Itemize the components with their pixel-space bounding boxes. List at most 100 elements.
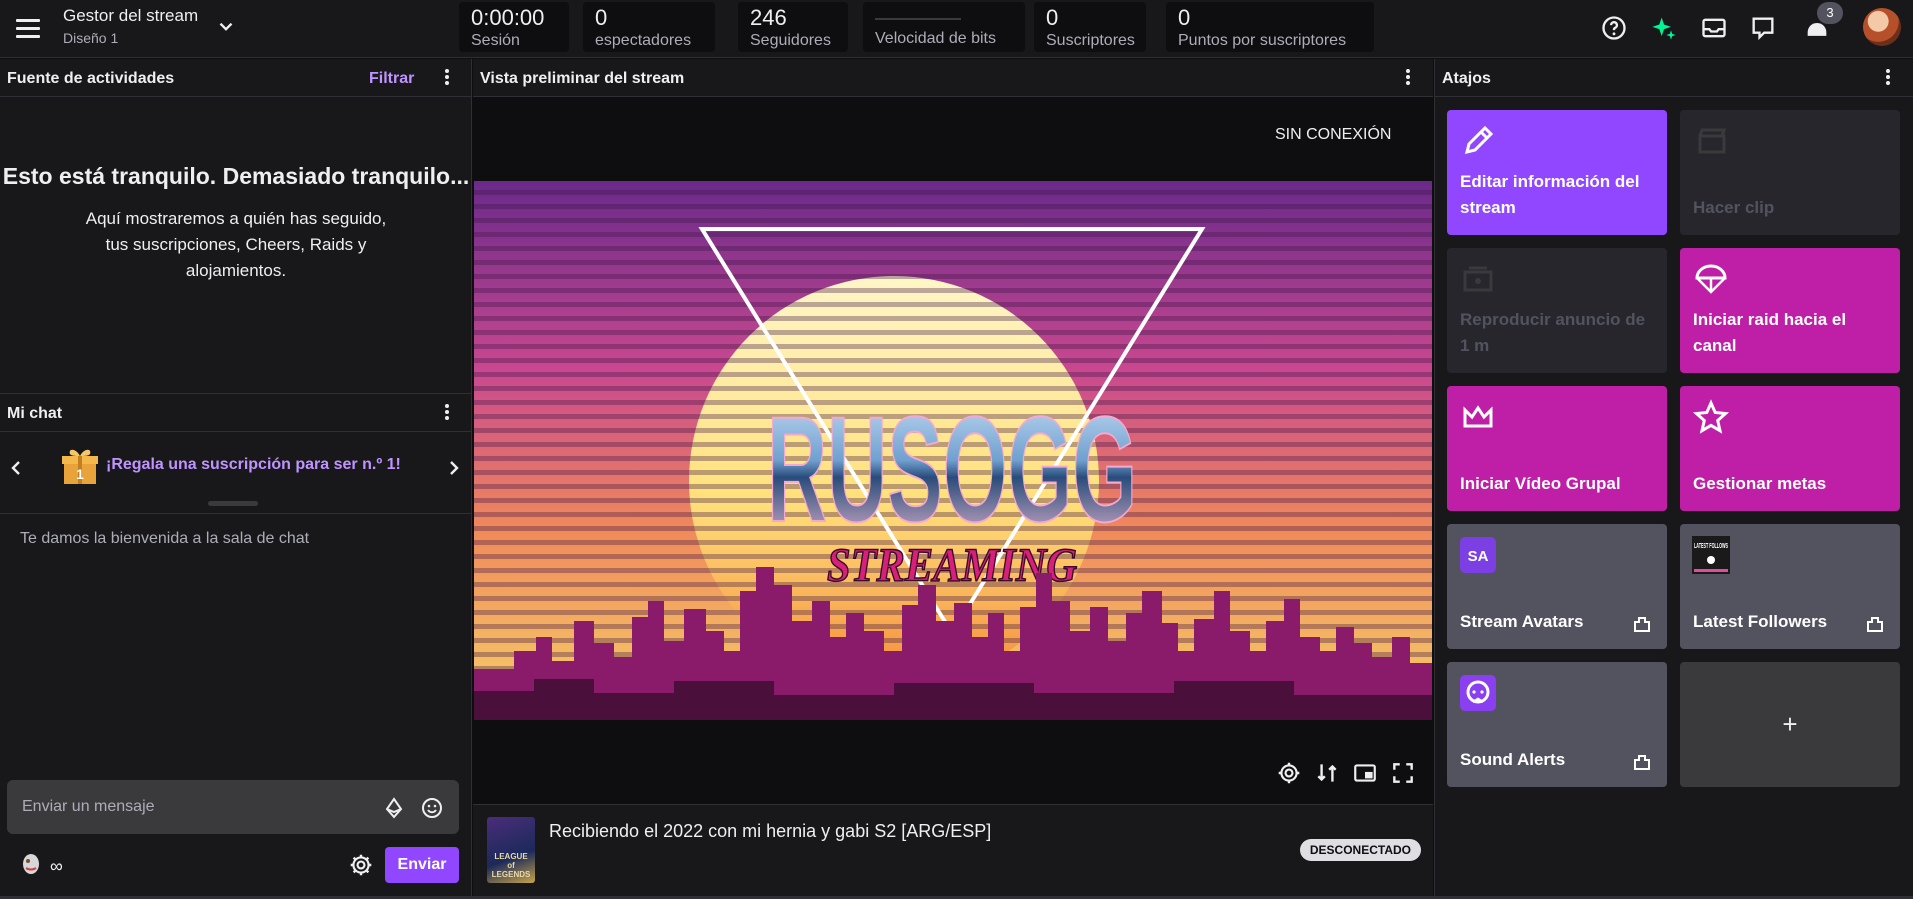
latest-followers-icon-text: LATEST FOLLOWS bbox=[1694, 543, 1728, 550]
more-options-icon[interactable] bbox=[1397, 67, 1419, 89]
channel-points-count: ∞ bbox=[50, 856, 63, 876]
more-options-icon[interactable] bbox=[1877, 67, 1899, 89]
stream-preview-title: Vista preliminar del stream bbox=[480, 70, 685, 87]
help-icon[interactable] bbox=[1600, 14, 1628, 42]
chat-title: Mi chat bbox=[7, 405, 63, 422]
stat-subscribers: 0 Suscriptores bbox=[1034, 2, 1146, 52]
stat-viewers-value: 0 bbox=[595, 5, 608, 30]
shortcut-start-raid[interactable]: Iniciar raid hacia el canal bbox=[1680, 248, 1900, 373]
stat-subscribers-value: 0 bbox=[1046, 5, 1059, 30]
shortcut-stream-avatars[interactable]: SA Stream Avatars bbox=[1447, 524, 1667, 649]
send-button[interactable]: Enviar bbox=[385, 847, 459, 883]
shortcut-label: Sound Alerts bbox=[1460, 750, 1566, 769]
game-box-text: LEAGUE of LEGENDS bbox=[491, 852, 531, 879]
stream-avatars-icon-text: SA bbox=[1468, 548, 1489, 565]
parachute-icon bbox=[1695, 264, 1727, 294]
ad-icon bbox=[1463, 266, 1493, 292]
channel-points-icon[interactable] bbox=[20, 852, 42, 876]
activity-feed-panel: Fuente de actividades Filtrar Esto está … bbox=[0, 59, 472, 393]
bits-icon[interactable] bbox=[382, 796, 406, 820]
chat-input-placeholder: Enviar un mensaje bbox=[22, 798, 155, 815]
star-icon bbox=[1692, 399, 1730, 434]
activity-feed-header: Fuente de actividades Filtrar bbox=[0, 59, 471, 97]
stream-info-bar: LEAGUE of LEGENDS Recibiendo el 2022 con… bbox=[473, 804, 1433, 899]
add-shortcut-button[interactable]: + bbox=[1680, 662, 1900, 787]
stream-preview-header: Vista preliminar del stream bbox=[473, 59, 1433, 97]
extension-icon bbox=[1634, 755, 1650, 770]
clapperboard-icon bbox=[1698, 128, 1727, 154]
activity-feed-title: Fuente de actividades bbox=[7, 70, 175, 87]
chat-welcome-message: Te damos la bienvenida a la sala de chat bbox=[20, 530, 310, 547]
shortcut-sound-alerts[interactable]: Sound Alerts bbox=[1447, 662, 1667, 787]
latest-followers-icon: LATEST FOLLOWS bbox=[1692, 536, 1730, 574]
gift-rank: 1 bbox=[76, 466, 84, 482]
stat-viewers: 0 espectadores bbox=[583, 2, 715, 52]
extension-icon bbox=[1634, 617, 1650, 632]
inbox-icon[interactable] bbox=[1700, 14, 1728, 42]
stat-viewers-label: espectadores bbox=[595, 32, 692, 49]
stat-followers: 246 Seguidores bbox=[738, 2, 848, 52]
stream-title[interactable]: Recibiendo el 2022 con mi hernia y gabi … bbox=[549, 821, 991, 842]
top-bar: Gestor del stream Diseño 1 0:00:00 Sesió… bbox=[0, 0, 1913, 58]
chat-settings-icon[interactable] bbox=[348, 852, 374, 878]
bitrate-bar bbox=[875, 18, 961, 20]
stat-sub-points-label: Puntos por suscriptores bbox=[1178, 32, 1347, 49]
plus-icon: + bbox=[1782, 709, 1798, 739]
stream-offline-artwork: RUSOGG STREAMING bbox=[474, 181, 1432, 720]
shortcut-manage-goals[interactable]: Gestionar metas bbox=[1680, 386, 1900, 511]
more-options-icon[interactable] bbox=[436, 402, 458, 424]
more-options-icon[interactable] bbox=[436, 67, 458, 89]
game-box-art[interactable]: LEAGUE of LEGENDS bbox=[487, 817, 535, 883]
extension-icon bbox=[1867, 617, 1883, 632]
shortcut-label: Iniciar Vídeo Grupal bbox=[1460, 474, 1621, 493]
stat-sub-points: 0 Puntos por suscriptores bbox=[1166, 2, 1374, 52]
layout-name: Diseño 1 bbox=[63, 30, 119, 46]
shortcut-latest-followers[interactable]: LATEST FOLLOWS Latest Followers bbox=[1680, 524, 1900, 649]
stat-sub-points-value: 0 bbox=[1178, 5, 1191, 30]
chevron-right-icon[interactable] bbox=[442, 456, 466, 480]
menu-icon[interactable] bbox=[14, 14, 42, 42]
shortcut-label: Gestionar metas bbox=[1693, 474, 1827, 493]
shortcut-label: Stream Avatars bbox=[1460, 612, 1584, 631]
chat-header: Mi chat bbox=[0, 394, 471, 432]
resize-grip[interactable] bbox=[208, 501, 258, 506]
chat-input[interactable]: Enviar un mensaje bbox=[7, 780, 459, 834]
stat-followers-label: Seguidores bbox=[750, 32, 831, 49]
stream-avatars-icon: SA bbox=[1460, 537, 1496, 573]
stat-session: 0:00:00 Sesión bbox=[459, 2, 569, 52]
shortcut-label: Latest Followers bbox=[1693, 612, 1828, 631]
sparkle-icon[interactable] bbox=[1650, 14, 1678, 42]
activity-empty-text: Aquí mostraremos a quién has seguido, tu… bbox=[85, 209, 387, 280]
shortcuts-header: Atajos bbox=[1435, 59, 1913, 97]
stat-subscribers-label: Suscriptores bbox=[1046, 32, 1135, 49]
whispers-icon[interactable] bbox=[1749, 14, 1777, 42]
shortcut-label: Hacer clip bbox=[1693, 198, 1775, 217]
shortcut-make-clip[interactable]: Hacer clip bbox=[1680, 110, 1900, 235]
settings-icon[interactable] bbox=[1276, 760, 1302, 786]
gift-sub-link[interactable]: ¡Regala una suscripción para ser n.º 1! bbox=[106, 456, 401, 474]
gift-sub-banner: 1 ¡Regala una suscripción para ser n.º 1… bbox=[0, 434, 472, 514]
stat-session-label: Sesión bbox=[471, 32, 520, 49]
stat-bitrate-label: Velocidad de bits bbox=[875, 30, 996, 47]
activity-empty-title: Esto está tranquilo. Demasiado tranquilo… bbox=[2, 163, 470, 189]
shortcut-label: Reproducir anuncio de 1 m bbox=[1460, 310, 1646, 355]
sound-alerts-icon bbox=[1460, 675, 1496, 711]
stat-bitrate: Velocidad de bits bbox=[863, 2, 1025, 52]
shortcuts-title: Atajos bbox=[1442, 70, 1491, 87]
shortcut-edit-stream-info[interactable]: Editar información del stream bbox=[1447, 110, 1667, 235]
chevron-left-icon[interactable] bbox=[4, 456, 28, 480]
chat-panel: Mi chat 1 ¡Regala una suscripción para s… bbox=[0, 393, 472, 899]
shortcut-group-video[interactable]: Iniciar Vídeo Grupal bbox=[1447, 386, 1667, 511]
chevron-down-icon[interactable] bbox=[215, 16, 237, 38]
fullscreen-icon[interactable] bbox=[1390, 760, 1416, 786]
notification-badge: 3 bbox=[1817, 2, 1843, 24]
filter-button[interactable]: Filtrar bbox=[369, 70, 414, 88]
crown-icon bbox=[1463, 405, 1493, 428]
emote-icon[interactable] bbox=[420, 796, 444, 820]
avatar[interactable] bbox=[1863, 8, 1901, 46]
picture-in-picture-icon[interactable] bbox=[1352, 760, 1378, 786]
manager-title-block: Gestor del stream Diseño 1 bbox=[63, 6, 198, 46]
pencil-icon bbox=[1464, 125, 1494, 155]
shortcut-run-ad[interactable]: Reproducir anuncio de 1 m bbox=[1447, 248, 1667, 373]
swap-icon[interactable] bbox=[1314, 760, 1340, 786]
